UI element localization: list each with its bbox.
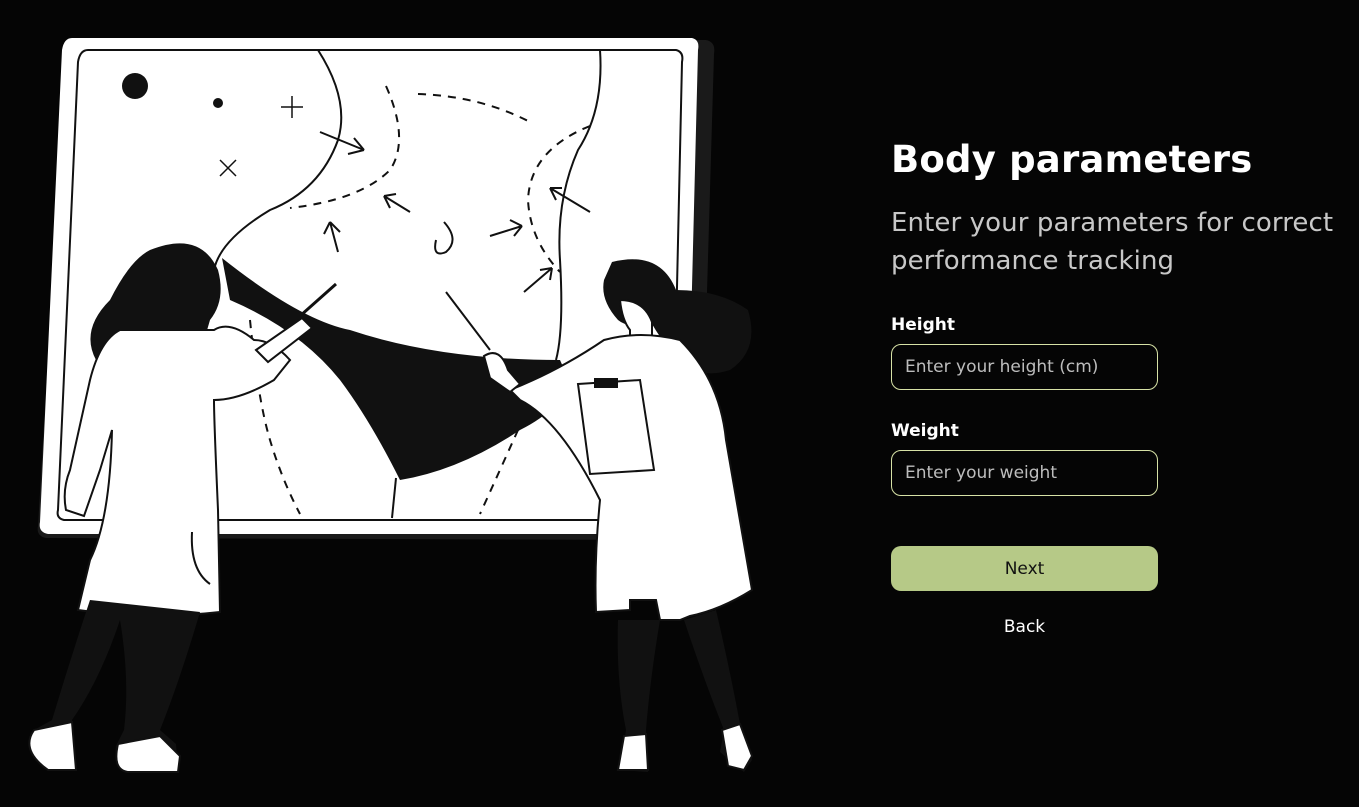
page-title: Body parameters xyxy=(891,138,1253,181)
scientists-illustration xyxy=(28,38,754,773)
body-parameters-page: Body parameters Enter your parameters fo… xyxy=(0,0,1359,807)
page-subtitle: Enter your parameters for correct perfor… xyxy=(891,208,1334,276)
next-button[interactable]: Next xyxy=(891,546,1158,591)
weight-label: Weight xyxy=(891,421,959,441)
height-input[interactable] xyxy=(891,344,1158,390)
height-label: Height xyxy=(891,315,955,335)
back-link[interactable]: Back xyxy=(891,617,1158,637)
body-parameters-form: Body parameters Enter your parameters fo… xyxy=(891,138,1341,637)
weight-input[interactable] xyxy=(891,450,1158,496)
